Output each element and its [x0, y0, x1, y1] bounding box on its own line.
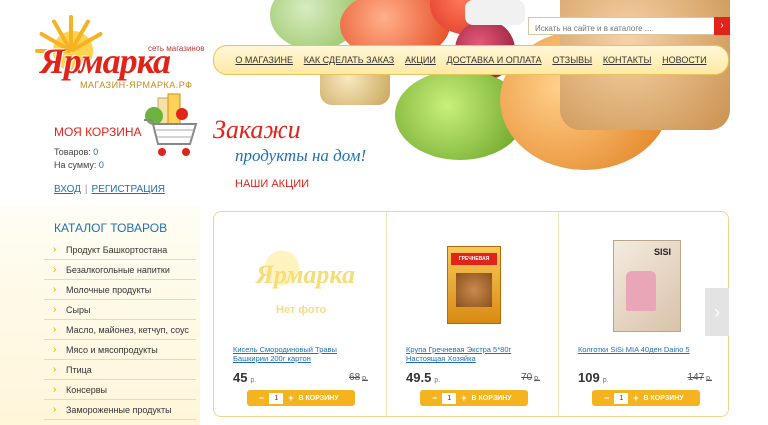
chevron-right-icon: ›: [53, 404, 57, 415]
slogan-line-2: продукты на дом!: [235, 146, 367, 165]
basket-sum-row: На сумму: 0: [54, 160, 104, 170]
decrease-button[interactable]: −: [259, 393, 264, 403]
add-to-cart-control: − 1 + В КОРЗИНУ: [247, 390, 355, 406]
add-to-cart-button[interactable]: В КОРЗИНУ: [299, 395, 339, 402]
chevron-right-icon: ›: [53, 284, 57, 295]
chevron-right-icon: ›: [53, 304, 57, 315]
basket-items-value[interactable]: 0: [93, 147, 98, 157]
product-old-price: 68 р.: [349, 372, 368, 383]
nav-item-promotions[interactable]: АКЦИИ: [405, 55, 436, 65]
product-image[interactable]: SISI: [579, 226, 711, 336]
basket-sum-label: На сумму:: [54, 160, 97, 170]
increase-button[interactable]: +: [461, 393, 466, 403]
search-box: ›: [528, 17, 730, 37]
increase-button[interactable]: +: [288, 393, 293, 403]
product-price: 109 р.: [578, 370, 609, 385]
chevron-right-icon: ›: [714, 302, 720, 322]
product-old-price: 147 р.: [687, 372, 712, 383]
decrease-button[interactable]: −: [432, 393, 437, 403]
catalog-item[interactable]: › Молочные продукты: [44, 280, 196, 300]
no-photo-label: Нет фото: [276, 304, 327, 316]
add-to-cart-control: − 1 + В КОРЗИНУ: [592, 390, 700, 406]
product-name[interactable]: Кисель Смородиновый Травы Башкирии 200г …: [233, 345, 373, 363]
product-image-placeholder[interactable]: Ярмарка Нет фото: [234, 226, 366, 336]
basket-title: МОЯ КОРЗИНА: [54, 125, 142, 139]
product-image[interactable]: ГРЕЧНЕВАЯ: [407, 226, 539, 336]
auth-links: ВХОД | РЕГИСТРАЦИЯ: [54, 184, 165, 195]
nav-item-how-to-order[interactable]: КАК СДЕЛАТЬ ЗАКАЗ: [304, 55, 395, 65]
main-nav: О МАГАЗИНЕ КАК СДЕЛАТЬ ЗАКАЗ АКЦИИ ДОСТА…: [213, 45, 729, 75]
add-to-cart-button[interactable]: В КОРЗИНУ: [472, 395, 512, 402]
nav-item-about[interactable]: О МАГАЗИНЕ: [235, 55, 293, 65]
login-link[interactable]: ВХОД: [54, 184, 81, 195]
chevron-right-icon: ›: [720, 20, 724, 31]
nav-item-reviews[interactable]: ОТЗЫВЫ: [552, 55, 592, 65]
chevron-right-icon: ›: [53, 264, 57, 275]
chevron-right-icon: ›: [53, 324, 57, 335]
catalog-item[interactable]: › Птица: [44, 360, 196, 380]
chevron-right-icon: ›: [53, 244, 57, 255]
product-price: 45 р.: [233, 370, 257, 385]
catalog-item[interactable]: › Мясо и мясопродукты: [44, 340, 196, 360]
product-name[interactable]: Колготки SiSi MIA 40ден Daino 5: [578, 345, 718, 354]
add-to-cart-control: − 1 + В КОРЗИНУ: [420, 390, 528, 406]
basket-sum-value[interactable]: 0: [99, 160, 104, 170]
catalog-list: › Продукт Башкортостана › Безалкогольные н…: [44, 240, 196, 420]
basket-items-label: Товаров:: [54, 147, 91, 157]
logo-domain: МАГАЗИН-ЯРМАРКА.РФ: [80, 80, 193, 90]
catalog-item[interactable]: › Продукт Башкортостана: [44, 240, 196, 260]
chevron-right-icon: ›: [53, 364, 57, 375]
chevron-right-icon: ›: [53, 344, 57, 355]
product-price: 49.5 р.: [406, 370, 441, 385]
increase-button[interactable]: +: [633, 393, 638, 403]
catalog-item[interactable]: › Безалкогольные напитки: [44, 260, 196, 280]
jar-image: [465, 0, 525, 25]
promotions-title: НАШИ АКЦИИ: [235, 178, 310, 190]
carousel-next-button[interactable]: ›: [705, 288, 729, 336]
catalog-item[interactable]: › Замороженные продукты: [44, 400, 196, 420]
search-button[interactable]: ›: [714, 17, 730, 35]
product-name[interactable]: Крупа Гречневая Экстра 5*80г Настоящая Х…: [406, 345, 546, 363]
chevron-right-icon: ›: [53, 384, 57, 395]
slogan-line-1: Закажи: [213, 115, 301, 144]
nav-item-news[interactable]: НОВОСТИ: [662, 55, 706, 65]
product-old-price: 70 р.: [521, 372, 540, 383]
product-card: ГРЕЧНЕВАЯ Крупа Гречневая Экстра 5*80г Н…: [386, 212, 558, 416]
shopping-cart-icon[interactable]: [140, 92, 200, 164]
register-link[interactable]: РЕГИСТРАЦИЯ: [92, 184, 165, 195]
nav-item-contacts[interactable]: КОНТАКТЫ: [603, 55, 652, 65]
nav-item-delivery[interactable]: ДОСТАВКА И ОПЛАТА: [447, 55, 542, 65]
basket-items-row: Товаров: 0: [54, 147, 98, 157]
catalog-item[interactable]: › Масло, майонез, кетчуп, соус: [44, 320, 196, 340]
product-card: Ярмарка Нет фото Кисель Смородиновый Тра…: [214, 212, 386, 416]
catalog-title: КАТАЛОГ ТОВАРОВ: [54, 221, 168, 235]
catalog-item[interactable]: › Сыры: [44, 300, 196, 320]
catalog-item[interactable]: › Консервы: [44, 380, 196, 400]
site-logo[interactable]: Ярмарка сеть магазинов МАГАЗИН-ЯРМАРКА.Р…: [35, 14, 216, 94]
logo-tagline: сеть магазинов: [148, 44, 205, 53]
promo-products: Ярмарка Нет фото Кисель Смородиновый Тра…: [213, 211, 729, 417]
quantity-field[interactable]: 1: [442, 392, 457, 404]
decrease-button[interactable]: −: [604, 393, 609, 403]
search-input[interactable]: [529, 20, 714, 37]
quantity-field[interactable]: 1: [269, 392, 284, 404]
quantity-field[interactable]: 1: [614, 392, 629, 404]
add-to-cart-button[interactable]: В КОРЗИНУ: [644, 395, 684, 402]
